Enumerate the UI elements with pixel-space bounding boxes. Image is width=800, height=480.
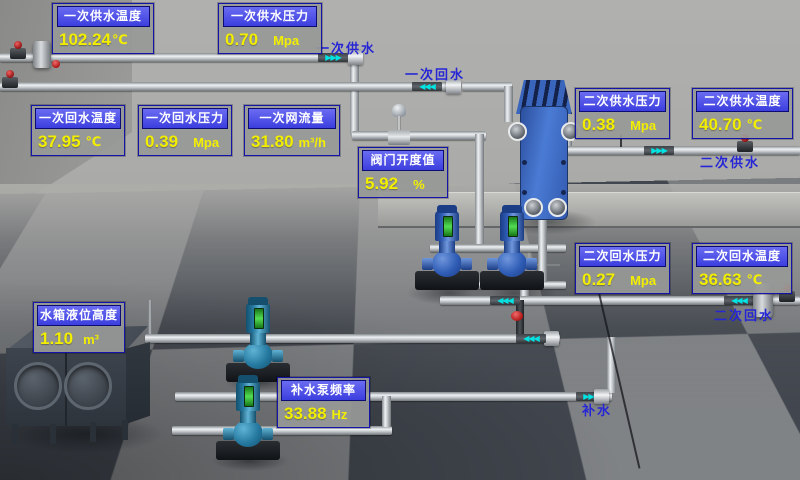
tank-leg (12, 424, 18, 444)
pump-status-indicator (443, 216, 453, 237)
arrow-glyphs: ◀◀◀ (731, 297, 746, 305)
circulation-pump-2 (480, 204, 544, 290)
value-unit: Mpa (630, 273, 656, 288)
flow-arrows-left: ◀◀◀ (490, 296, 520, 305)
pipe-label-secondary-supply: 二次供水 (700, 152, 760, 171)
value-unit: % (413, 177, 425, 192)
data-box-primary-supply-temp: 一次供水温度 102.24℃ (52, 3, 154, 54)
value-text: 0.70 (225, 30, 258, 50)
value-text: 40.70 (699, 115, 742, 135)
flow-arrows-left: ◀◀◀ (516, 334, 546, 343)
tank-manhole (14, 362, 62, 410)
data-box-primary-network-flow: 一次网流量 31.80 m³/h (244, 105, 340, 156)
shutoff-valve (737, 141, 753, 152)
value-text: 102.24 (59, 30, 111, 50)
pipe-strainer (33, 41, 51, 68)
tank-leg (122, 420, 128, 440)
arrow-glyphs: ◀◀◀ (523, 335, 538, 343)
data-box-label: 阀门开度值 (362, 150, 444, 171)
data-box-tank-level: 水箱液位高度 1.10 m³ (33, 302, 125, 353)
tank-suction-pipe (145, 334, 560, 343)
arrow-glyphs: ▶▶▶ (651, 147, 666, 155)
value-text: 1.10 (40, 329, 73, 349)
value-text: 31.80 (251, 132, 294, 152)
value-text: 37.95 (38, 132, 81, 152)
data-box-label: 一次供水温度 (57, 6, 150, 27)
pump-status-indicator (254, 308, 264, 329)
secondary-supply-pipe (563, 146, 800, 155)
value-unit: ℃ (747, 272, 763, 288)
tank-leg (90, 422, 96, 442)
shutoff-valve (10, 48, 26, 59)
pipe-label-makeup-water: 补水 (582, 400, 612, 419)
pipe-label-secondary-return: 二次回水 (714, 305, 774, 324)
tank-leg (50, 424, 56, 444)
sensor-dot (52, 60, 60, 68)
data-box-primary-return-pressure: 一次回水压力 0.39 Mpa (138, 105, 232, 156)
tank-manhole (64, 362, 112, 410)
value-unit: Mpa (630, 118, 656, 133)
value-unit: Mpa (193, 135, 219, 150)
shutoff-valve (2, 77, 18, 88)
valve-handle-icon (6, 70, 14, 78)
data-box-label: 水箱液位高度 (37, 305, 121, 326)
pipe-label-primary-supply: 一次供水 (316, 38, 376, 57)
data-box-label: 二次供水压力 (579, 91, 666, 112)
value-text: 0.38 (582, 115, 615, 135)
value-unit: Hz (332, 407, 348, 422)
value-text: 5.92 (365, 174, 398, 194)
makeup-pump-1 (226, 296, 290, 382)
valve-handle-icon (14, 41, 22, 49)
arrow-glyphs: ◀◀◀ (419, 83, 434, 91)
data-box-secondary-supply-pressure: 二次供水压力 0.38 Mpa (575, 88, 670, 139)
pump-status-indicator (244, 386, 254, 407)
circulation-pump-1 (415, 204, 479, 290)
primary-return-pipe (0, 82, 450, 91)
primary-drop-pipe (350, 57, 359, 135)
data-box-secondary-return-pressure: 二次回水压力 0.27 Mpa (575, 243, 670, 294)
value-unit: ℃ (86, 134, 102, 150)
flow-arrows-left: ◀◀◀ (724, 296, 754, 305)
hx-port (508, 122, 527, 141)
data-box-secondary-return-temp: 二次回水温度 36.63 ℃ (692, 243, 792, 294)
value-text: 36.63 (699, 270, 742, 290)
makeup-pump-2 (216, 374, 280, 460)
value-unit: ℃ (112, 32, 128, 48)
plate-heat-exchanger (512, 80, 576, 222)
data-box-label: 一次回水压力 (142, 108, 228, 129)
data-box-label: 一次供水压力 (223, 6, 318, 27)
data-box-label: 二次回水温度 (696, 246, 787, 267)
value-unit: m³ (83, 332, 99, 347)
pipe-label-primary-return: 一次回水 (405, 64, 465, 83)
value-text: 33.88 (284, 404, 327, 424)
pipe-flange (544, 331, 559, 346)
value-unit: ℃ (747, 117, 763, 133)
control-valve[interactable] (388, 104, 410, 146)
data-box-label: 补水泵频率 (281, 380, 366, 401)
hmi-heating-station-screen: ▶▶▶ ◀◀◀ ▶▶▶ ◀◀◀ ◀◀◀ ◀◀◀ ▶▶▶ (0, 0, 800, 480)
control-valve-pipe (352, 131, 486, 140)
value-unit: m³/h (299, 135, 326, 150)
data-box-label: 一次回水温度 (35, 108, 121, 129)
discharge-riser (382, 396, 391, 427)
data-box-makeup-pump-frequency: 补水泵频率 33.88 Hz (277, 377, 370, 428)
data-box-primary-return-temp: 一次回水温度 37.95 ℃ (31, 105, 125, 156)
data-box-primary-supply-pressure: 一次供水压力 0.70 Mpa (218, 3, 322, 54)
value-text: 0.27 (582, 270, 615, 290)
tank-side (126, 342, 150, 424)
bypass-valve-handle (511, 311, 523, 321)
data-box-label: 二次供水温度 (696, 91, 788, 112)
arrow-glyphs: ◀◀◀ (497, 297, 512, 305)
data-box-valve-opening: 阀门开度值 5.92% (358, 147, 448, 198)
pump-status-indicator (508, 216, 518, 237)
data-box-label: 二次回水压力 (579, 246, 666, 267)
data-box-secondary-supply-temp: 二次供水温度 40.70 ℃ (692, 88, 793, 139)
data-box-label: 一次网流量 (248, 108, 336, 129)
hx-port (548, 198, 567, 217)
value-unit: Mpa (273, 33, 299, 48)
value-text: 0.39 (145, 132, 178, 152)
flow-arrows-right: ▶▶▶ (644, 146, 674, 155)
flow-arrows-left: ◀◀◀ (412, 82, 442, 91)
